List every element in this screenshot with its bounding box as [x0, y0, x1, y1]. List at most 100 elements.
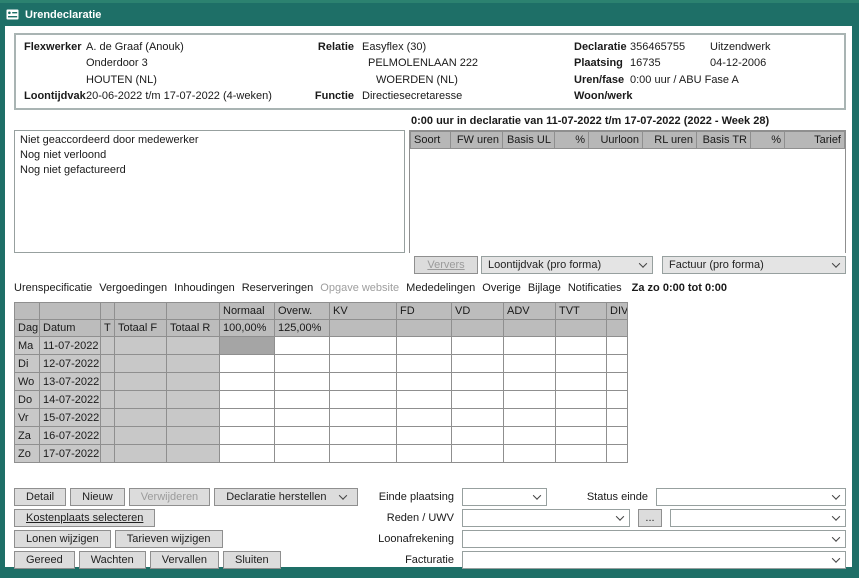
- tab-mededelingen[interactable]: Mededelingen: [406, 282, 475, 294]
- vervallen-button[interactable]: Vervallen: [150, 551, 219, 569]
- kostenplaats-selecteren-button[interactable]: Kostenplaats selecteren: [14, 509, 155, 527]
- grid-cell[interactable]: [556, 391, 607, 409]
- cell-ma-normaal-selected[interactable]: [220, 337, 275, 355]
- day-date: 15-07-2022: [40, 409, 101, 427]
- tarieven-wijzigen-button[interactable]: Tarieven wijzigen: [115, 530, 223, 548]
- window-frame-accent: [0, 0, 859, 3]
- detail-button[interactable]: Detail: [14, 488, 66, 506]
- col-totaal-f: Totaal F: [115, 320, 167, 337]
- grid-cell[interactable]: [452, 391, 504, 409]
- chevron-down-icon: [339, 491, 347, 499]
- wachten-button[interactable]: Wachten: [79, 551, 146, 569]
- grid-cell[interactable]: [556, 409, 607, 427]
- day-label: Vr: [15, 409, 40, 427]
- reden-uwv-dropdown[interactable]: [462, 509, 630, 527]
- reden-uwv-label: Reden / UWV: [376, 512, 454, 524]
- grid-cell[interactable]: [330, 391, 397, 409]
- grid-cell[interactable]: [504, 373, 556, 391]
- grid-cell[interactable]: [330, 445, 397, 463]
- tab-opgave-website: Opgave website: [320, 282, 399, 294]
- grid-cell[interactable]: [220, 409, 275, 427]
- grid-cell[interactable]: [607, 337, 628, 355]
- loontijdvak-proforma-dropdown[interactable]: Loontijdvak (pro forma): [481, 256, 653, 274]
- grid-cell[interactable]: [452, 409, 504, 427]
- grid-cell[interactable]: [275, 355, 330, 373]
- tab-reserveringen[interactable]: Reserveringen: [242, 282, 314, 294]
- grid-cell[interactable]: [607, 391, 628, 409]
- grid-cell[interactable]: [556, 427, 607, 445]
- grid-cell[interactable]: [452, 373, 504, 391]
- grid-cell[interactable]: [607, 373, 628, 391]
- grid-cell[interactable]: [504, 409, 556, 427]
- grid-cell[interactable]: [275, 427, 330, 445]
- lonen-wijzigen-button[interactable]: Lonen wijzigen: [14, 530, 111, 548]
- tab-inhoudingen[interactable]: Inhoudingen: [174, 282, 235, 294]
- einde-plaatsing-dropdown[interactable]: [462, 488, 547, 506]
- grid-cell[interactable]: [275, 409, 330, 427]
- grid-cell[interactable]: [452, 337, 504, 355]
- flexwerker-city: HOUTEN (NL): [86, 72, 314, 88]
- grid-cell[interactable]: [330, 373, 397, 391]
- facturatie-dropdown[interactable]: [462, 551, 846, 569]
- reden-uwv-more-button[interactable]: ...: [638, 509, 662, 527]
- sluiten-button[interactable]: Sluiten: [223, 551, 281, 569]
- grid-cell[interactable]: [330, 427, 397, 445]
- tab-urenspecificatie[interactable]: Urenspecificatie: [14, 282, 92, 294]
- col-overw: Overw.: [275, 303, 330, 320]
- grid-cell[interactable]: [330, 355, 397, 373]
- grid-cell[interactable]: [556, 337, 607, 355]
- urendeclaratie-icon: [6, 9, 19, 20]
- relatie-street: PELMOLENLAAN 222: [360, 55, 574, 71]
- flexwerker-label: Flexwerker: [24, 39, 86, 55]
- declaration-table-body: [410, 149, 845, 253]
- grid-cell[interactable]: [397, 355, 452, 373]
- grid-cell[interactable]: [220, 355, 275, 373]
- grid-cell[interactable]: [275, 373, 330, 391]
- grid-cell[interactable]: [220, 445, 275, 463]
- tab-notificaties[interactable]: Notificaties: [568, 282, 622, 294]
- reden-uwv-secondary-dropdown[interactable]: [670, 509, 846, 527]
- grid-cell[interactable]: [504, 337, 556, 355]
- grid-cell[interactable]: [275, 391, 330, 409]
- grid-cell[interactable]: [607, 445, 628, 463]
- grid-cell[interactable]: [220, 391, 275, 409]
- grid-cell[interactable]: [275, 337, 330, 355]
- factuur-proforma-dropdown[interactable]: Factuur (pro forma): [662, 256, 846, 274]
- grid-cell[interactable]: [397, 373, 452, 391]
- tab-overige[interactable]: Overige: [482, 282, 521, 294]
- status-einde-dropdown[interactable]: [656, 488, 846, 506]
- grid-cell[interactable]: [220, 427, 275, 445]
- grid-cell[interactable]: [452, 427, 504, 445]
- grid-cell[interactable]: [330, 409, 397, 427]
- tab-vergoedingen[interactable]: Vergoedingen: [99, 282, 167, 294]
- grid-cell[interactable]: [397, 337, 452, 355]
- grid-cell[interactable]: [397, 445, 452, 463]
- grid-cell[interactable]: [504, 445, 556, 463]
- grid-cell[interactable]: [504, 355, 556, 373]
- grid-cell[interactable]: [556, 373, 607, 391]
- grid-cell[interactable]: [452, 445, 504, 463]
- gereed-button[interactable]: Gereed: [14, 551, 75, 569]
- titlebar[interactable]: Urendeclaratie: [6, 4, 101, 25]
- grid-cell[interactable]: [504, 427, 556, 445]
- grid-cell[interactable]: [607, 355, 628, 373]
- plaatsing-date: 04-12-2006: [710, 55, 836, 71]
- plaatsing-number: 16735: [630, 55, 710, 71]
- grid-cell[interactable]: [397, 391, 452, 409]
- grid-cell[interactable]: [556, 355, 607, 373]
- grid-cell[interactable]: [504, 391, 556, 409]
- declaratie-herstellen-button[interactable]: Declaratie herstellen: [214, 488, 358, 506]
- grid-cell[interactable]: [330, 337, 397, 355]
- grid-cell[interactable]: [607, 409, 628, 427]
- grid-cell[interactable]: [556, 445, 607, 463]
- day-row-do: Do 14-07-2022: [15, 391, 628, 409]
- grid-cell[interactable]: [607, 427, 628, 445]
- grid-cell[interactable]: [397, 427, 452, 445]
- tab-bijlage[interactable]: Bijlage: [528, 282, 561, 294]
- grid-cell[interactable]: [452, 355, 504, 373]
- grid-cell[interactable]: [275, 445, 330, 463]
- loonafrekening-dropdown[interactable]: [462, 530, 846, 548]
- nieuw-button[interactable]: Nieuw: [70, 488, 125, 506]
- grid-cell[interactable]: [397, 409, 452, 427]
- grid-cell[interactable]: [220, 373, 275, 391]
